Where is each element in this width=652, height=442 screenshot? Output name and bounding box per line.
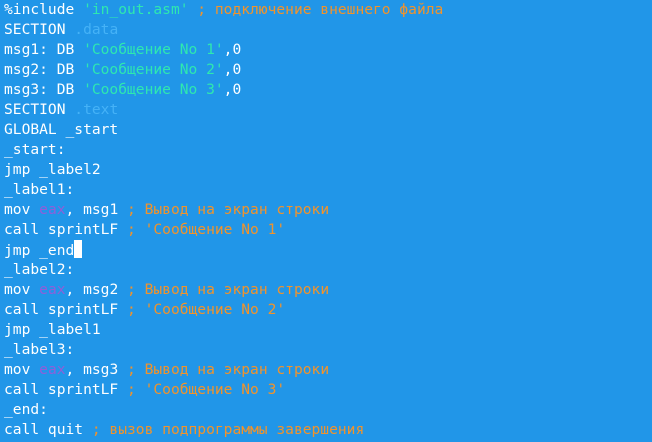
code-text: msg3: DB (4, 81, 84, 98)
code-comment: ; подключение внешнего файла (188, 1, 444, 18)
register-name: eax (39, 281, 66, 298)
code-text: GLOBAL _start (4, 121, 119, 138)
text-cursor (74, 240, 83, 258)
section-name: .text (74, 101, 119, 118)
code-line[interactable]: msg1: DB 'Сообщение No 1',0 (4, 40, 652, 60)
code-text: SECTION (4, 101, 75, 118)
code-comment: ; Вывод на экран строки (118, 281, 330, 298)
string-literal: 'Сообщение No 1' (83, 41, 224, 58)
code-text: _start: (4, 141, 66, 158)
code-line[interactable]: mov eax, msg3 ; Вывод на экран строки (4, 360, 652, 380)
text-editor[interactable]: %include 'in_out.asm' ; подключение внеш… (0, 0, 652, 442)
code-comment: ; 'Сообщение No 2' (118, 301, 286, 318)
code-text: , msg3 (65, 361, 119, 378)
code-line[interactable]: call sprintLF ; 'Сообщение No 2' (4, 300, 652, 320)
code-line[interactable]: %include 'in_out.asm' ; подключение внеш… (4, 0, 652, 20)
code-line[interactable]: call sprintLF ; 'Сообщение No 3' (4, 380, 652, 400)
code-comment: ; 'Сообщение No 3' (118, 381, 286, 398)
string-literal: 'in_out.asm' (83, 1, 189, 18)
code-text: ,0 (223, 61, 242, 78)
code-line[interactable]: SECTION .text (4, 100, 652, 120)
code-text: jmp _label2 (4, 161, 101, 178)
code-text: jmp _label1 (4, 321, 101, 338)
code-text: SECTION (4, 21, 75, 38)
code-line[interactable]: SECTION .data (4, 20, 652, 40)
code-comment: ; 'Сообщение No 1' (118, 221, 286, 238)
code-line[interactable]: GLOBAL _start (4, 120, 652, 140)
code-text: mov (4, 201, 40, 218)
code-line[interactable]: jmp _end (4, 240, 652, 260)
code-text: _end: (4, 401, 48, 418)
code-text: mov (4, 361, 40, 378)
code-text: _label2: (4, 261, 75, 278)
code-text: jmp _end (4, 242, 75, 259)
code-line[interactable]: call quit ; вызов подпрограммы завершени… (4, 420, 652, 440)
code-line[interactable]: jmp _label1 (4, 320, 652, 340)
code-text: _label1: (4, 181, 75, 198)
code-line[interactable]: msg2: DB 'Сообщение No 2',0 (4, 60, 652, 80)
code-line[interactable]: _label2: (4, 260, 652, 280)
code-line[interactable]: _end: (4, 400, 652, 420)
code-line[interactable]: msg3: DB 'Сообщение No 3',0 (4, 80, 652, 100)
string-literal: 'Сообщение No 3' (83, 81, 224, 98)
code-line[interactable]: call sprintLF ; 'Сообщение No 1' (4, 220, 652, 240)
code-line[interactable]: _label3: (4, 340, 652, 360)
code-text: , msg2 (65, 281, 119, 298)
code-text: call sprintLF (4, 381, 119, 398)
code-text: ,0 (223, 41, 242, 58)
code-text: call sprintLF (4, 301, 119, 318)
code-line[interactable]: mov eax, msg1 ; Вывод на экран строки (4, 200, 652, 220)
code-text: %include (4, 1, 84, 18)
code-text: msg2: DB (4, 61, 84, 78)
code-line[interactable]: _label1: (4, 180, 652, 200)
code-comment: ; вызов подпрограммы завершения (83, 421, 365, 438)
code-comment: ; Вывод на экран строки (118, 361, 330, 378)
code-line[interactable]: jmp _label2 (4, 160, 652, 180)
section-name: .data (74, 21, 119, 38)
code-text: call quit (4, 421, 84, 438)
code-comment: ; Вывод на экран строки (118, 201, 330, 218)
register-name: eax (39, 201, 66, 218)
code-text: call sprintLF (4, 221, 119, 238)
register-name: eax (39, 361, 66, 378)
code-text: _label3: (4, 341, 75, 358)
code-text: ,0 (223, 81, 242, 98)
code-text: , msg1 (65, 201, 119, 218)
code-line[interactable]: _start: (4, 140, 652, 160)
string-literal: 'Сообщение No 2' (83, 61, 224, 78)
code-line[interactable]: mov eax, msg2 ; Вывод на экран строки (4, 280, 652, 300)
code-text: mov (4, 281, 40, 298)
code-text: msg1: DB (4, 41, 84, 58)
